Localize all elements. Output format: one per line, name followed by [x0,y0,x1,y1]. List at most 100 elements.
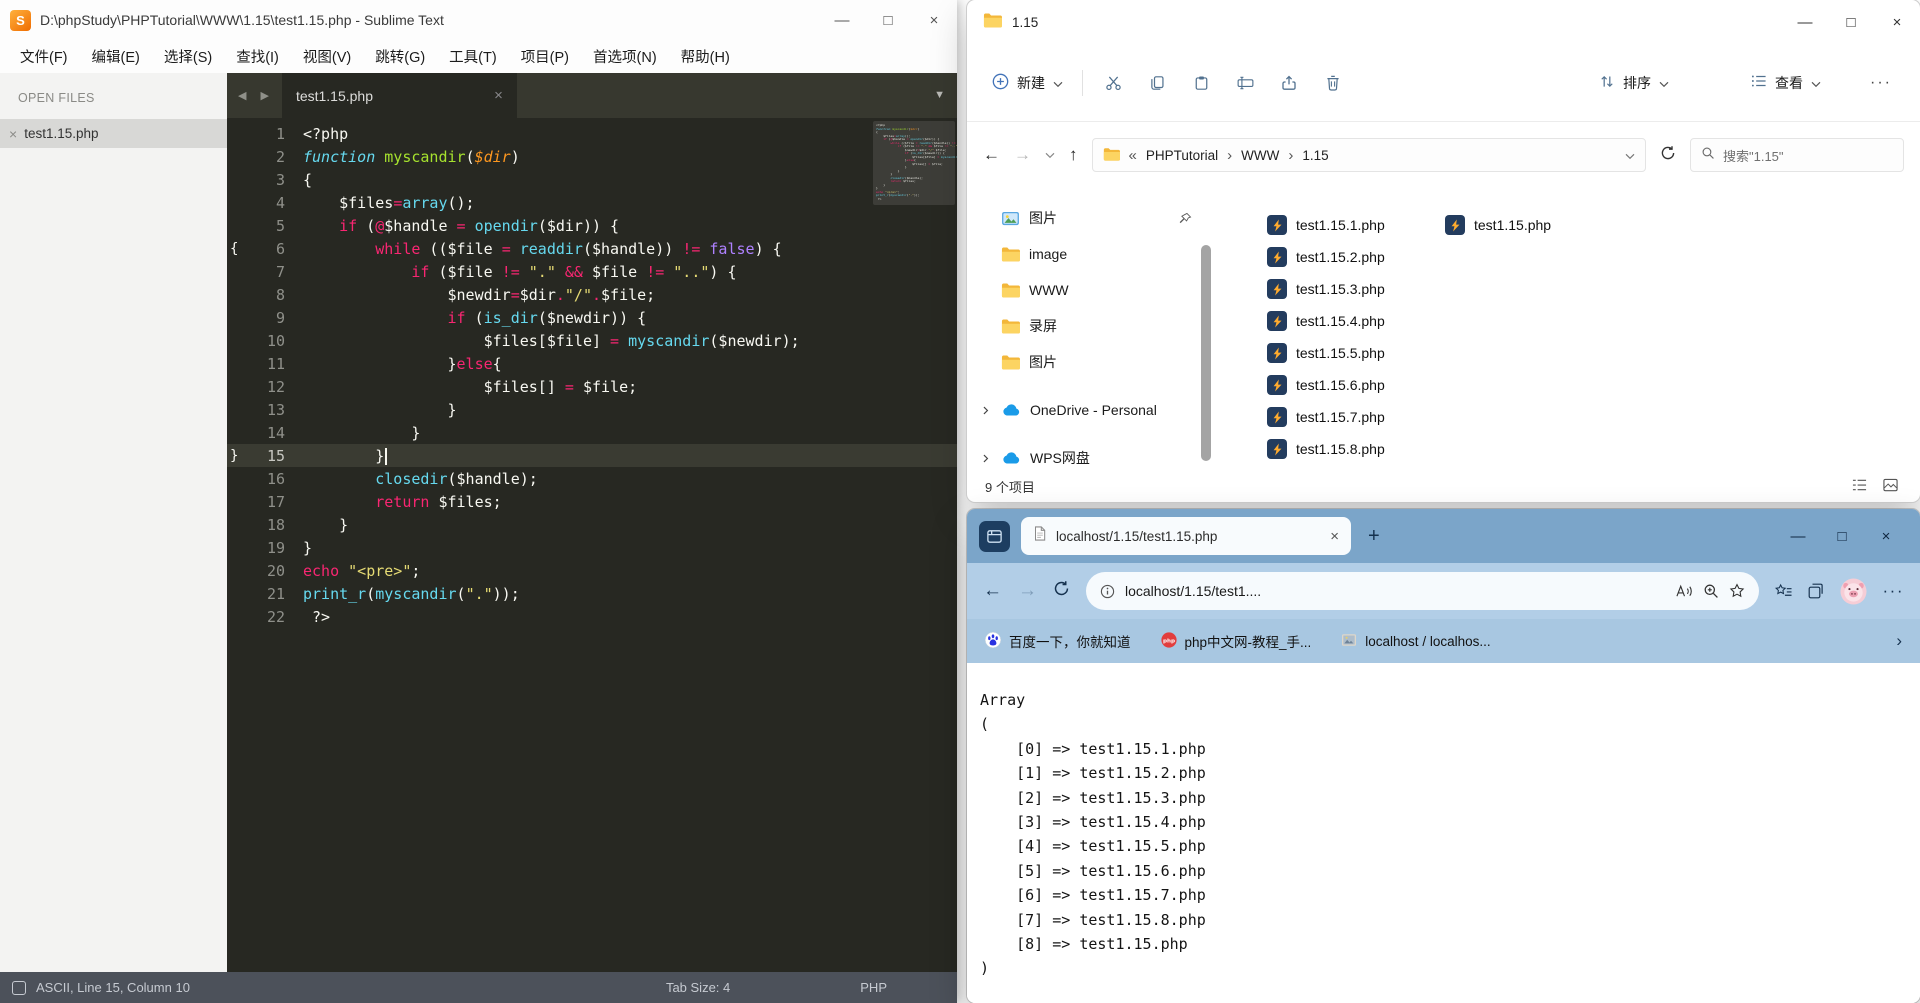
bookmark-item[interactable]: 百度一下，你就知道 [985,631,1131,651]
chevron-right-icon[interactable] [979,405,992,416]
sidebar-item[interactable]: WWW [967,272,1212,308]
maximize-button[interactable]: □ [865,0,911,40]
view-button[interactable]: 查看 [1740,64,1832,102]
file-item[interactable]: test1.15.php [1445,209,1551,241]
code-line[interactable]: 9 if (is_dir($newdir)) { [227,306,957,329]
status-tab-size[interactable]: Tab Size: 4 [666,980,730,995]
editor-tab[interactable]: test1.15.php × [281,73,517,118]
code-line[interactable]: 7 if ($file != "." && $file != "..") { [227,260,957,283]
breadcrumb-segment[interactable]: PHPTutorial [1146,148,1218,163]
code-line[interactable]: 18 } [227,513,957,536]
menu-item[interactable]: 项目(P) [509,46,581,67]
browser-tab[interactable]: localhost/1.15/test1.15.php × [1021,517,1351,555]
sidebar-item[interactable]: WPS网盘 [967,440,1212,476]
breadcrumb-collapsed[interactable]: « [1129,147,1137,164]
code-line[interactable]: 17 return $files; [227,490,957,513]
favorites-bar-icon[interactable] [1774,583,1792,599]
code-line[interactable]: 5 if (@$handle = opendir($dir)) { [227,214,957,237]
code-line[interactable]: } 15 } [227,444,957,467]
code-line[interactable]: 22 ?> [227,605,957,628]
file-item[interactable]: test1.15.3.php [1267,273,1385,305]
tab-close-icon[interactable]: × [494,87,503,104]
file-item[interactable]: test1.15.6.php [1267,369,1385,401]
details-view-icon[interactable] [1852,478,1867,495]
sidebar-item[interactable]: OneDrive - Personal [967,392,1212,428]
breadcrumb-segment[interactable]: 1.15 [1302,148,1328,163]
search-input[interactable]: 搜索"1.15" [1690,138,1904,172]
menu-item[interactable]: 工具(T) [437,46,509,67]
share-button[interactable] [1267,64,1311,102]
sidebar-item[interactable]: 图片 [967,344,1212,380]
code-line[interactable]: 14 } [227,421,957,444]
refresh-icon[interactable] [1053,580,1070,602]
cut-button[interactable] [1091,64,1135,102]
breadcrumb-segment[interactable]: WWW [1241,148,1279,163]
code-line[interactable]: 12 $files[] = $file; [227,375,957,398]
breadcrumb[interactable]: « PHPTutorial › WWW › 1.15 [1091,138,1646,172]
minimize-button[interactable]: — [1776,509,1820,563]
close-button[interactable]: × [1874,0,1920,44]
code-line[interactable]: 2 function myscandir($dir) [227,145,957,168]
refresh-icon[interactable] [1660,145,1676,166]
file-item[interactable]: test1.15.8.php [1267,433,1385,465]
menu-item[interactable]: 文件(F) [8,46,80,67]
delete-button[interactable] [1311,64,1355,102]
add-favorite-star-icon[interactable] [1729,583,1745,599]
code-line[interactable]: 16 closedir($handle); [227,467,957,490]
code-line[interactable]: 13 } [227,398,957,421]
sublime-title-bar[interactable]: S D:\phpStudy\PHPTutorial\WWW\1.15\test1… [0,0,957,40]
menu-item[interactable]: 编辑(E) [80,46,152,67]
file-list[interactable]: test1.15.1.php test1.15.2.php test1.15.3.p… [1212,188,1920,470]
forward-button[interactable]: → [1014,145,1031,165]
code-line[interactable]: 3{ [227,168,957,191]
tab-actions-icon[interactable] [979,520,1010,552]
menu-item[interactable]: 帮助(H) [669,46,742,67]
menu-item[interactable]: 跳转(G) [363,46,437,67]
minimize-button[interactable]: — [1782,0,1828,44]
new-tab-button[interactable]: + [1362,525,1386,548]
copy-button[interactable] [1135,64,1179,102]
minimap[interactable]: <?php function myscandir($dir){ $files=ar… [873,121,957,205]
file-item[interactable]: test1.15.7.php [1267,401,1385,433]
code-line[interactable]: 21 print_r(myscandir(".")); [227,582,957,605]
code-line[interactable]: 11 }else{ [227,352,957,375]
close-button[interactable]: × [1864,509,1908,563]
open-file-item[interactable]: × test1.15.php [0,119,227,148]
code-line[interactable]: 10 $files[$file] = myscandir($newdir); [227,329,957,352]
menu-item[interactable]: 首选项(N) [581,46,669,67]
maximize-button[interactable]: □ [1828,0,1874,44]
code-line[interactable]: 19} [227,536,957,559]
settings-more-icon[interactable]: ··· [1883,581,1904,601]
up-button[interactable]: ↑ [1069,145,1078,165]
sidebar-item[interactable]: 图片 [967,200,1212,236]
file-item[interactable]: test1.15.2.php [1267,241,1385,273]
close-button[interactable]: × [911,0,957,40]
site-info-icon[interactable] [1100,584,1115,599]
read-aloud-icon[interactable] [1675,584,1693,598]
address-bar[interactable]: localhost/1.15/test1.... [1086,572,1759,610]
minimize-button[interactable]: — [819,0,865,40]
sidebar-item[interactable]: image [967,236,1212,272]
menu-item[interactable]: 选择(S) [152,46,224,67]
menu-item[interactable]: 视图(V) [291,46,363,67]
code-line[interactable]: 4 $files=array(); [227,191,957,214]
bookmark-item[interactable]: localhost / localhos... [1341,632,1491,651]
new-button[interactable]: 新建 [981,64,1074,102]
sidebar-item[interactable]: 录屏 [967,308,1212,344]
back-button[interactable]: ← [983,145,1000,165]
maximize-button[interactable]: □ [1820,509,1864,563]
tab-scroll-right-icon[interactable]: ▶ [253,89,275,102]
chevron-right-icon[interactable] [979,453,992,464]
code-line[interactable]: 8 $newdir=$dir."/".$file; [227,283,957,306]
back-button[interactable]: ← [983,580,1002,602]
status-syntax[interactable]: PHP [860,980,887,995]
address-dropdown-icon[interactable] [1625,148,1635,163]
collections-icon[interactable] [1808,583,1824,599]
tab-close-icon[interactable]: × [1330,528,1339,545]
zoom-in-icon[interactable] [1703,583,1719,599]
history-chevron-icon[interactable] [1045,146,1055,164]
thumbnail-view-icon[interactable] [1883,478,1898,495]
close-file-icon[interactable]: × [9,126,17,142]
file-item[interactable]: test1.15.1.php [1267,209,1385,241]
paste-button[interactable] [1179,64,1223,102]
